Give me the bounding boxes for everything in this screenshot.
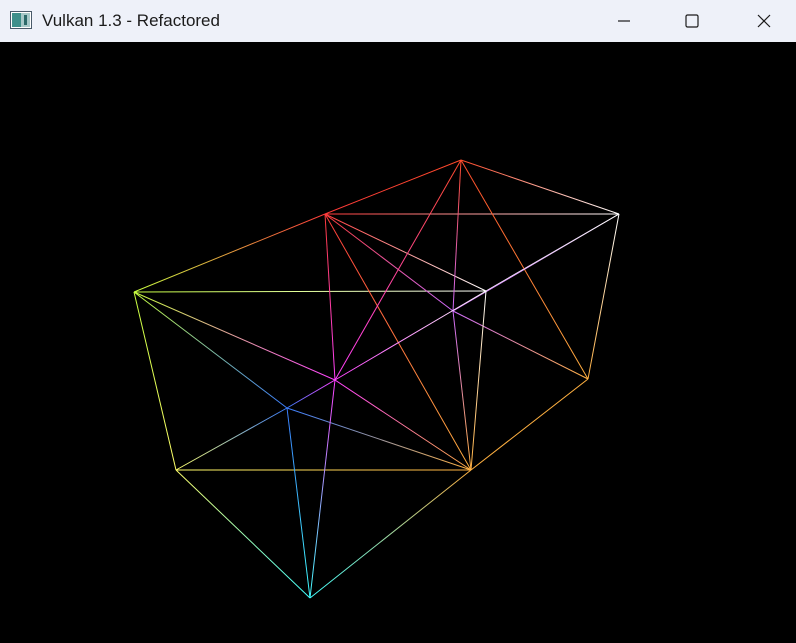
mesh-edge <box>309 379 336 599</box>
mesh-edge <box>286 407 311 599</box>
mesh-edge <box>324 159 462 215</box>
mesh-edge <box>175 469 311 599</box>
close-icon <box>757 14 771 28</box>
maximize-button[interactable] <box>657 0 727 42</box>
mesh-edge <box>334 379 472 471</box>
mesh-edge <box>470 378 589 471</box>
mesh-edge <box>133 290 487 293</box>
mesh-edge <box>324 213 454 312</box>
mesh-edge <box>324 213 336 381</box>
mesh-edge <box>324 213 472 471</box>
mesh-edge <box>452 213 620 312</box>
app-window: Vulkan 1.3 - Refactored <box>0 0 796 643</box>
mesh-edge <box>587 213 620 380</box>
mesh-edge <box>309 469 472 599</box>
mesh-edge <box>460 159 620 215</box>
mesh-edge <box>470 290 487 471</box>
title-bar[interactable]: Vulkan 1.3 - Refactored <box>0 0 796 42</box>
mesh-edge <box>324 213 487 292</box>
maximize-icon <box>685 14 699 28</box>
minimize-button[interactable] <box>589 0 659 42</box>
mesh-edge <box>452 310 472 471</box>
vulkan-app-icon <box>10 11 32 29</box>
mesh-edge <box>286 379 336 409</box>
mesh-edge <box>175 407 288 471</box>
mesh-edge <box>286 407 472 471</box>
render-viewport[interactable] <box>0 42 796 643</box>
close-button[interactable] <box>729 0 796 42</box>
mesh-edge <box>133 291 336 381</box>
mesh-edge <box>334 290 487 381</box>
mesh-edge <box>133 213 326 293</box>
minimize-icon <box>618 20 630 22</box>
mesh-edge <box>452 159 462 312</box>
wireframe-canvas <box>133 159 620 599</box>
window-title: Vulkan 1.3 - Refactored <box>42 11 220 30</box>
